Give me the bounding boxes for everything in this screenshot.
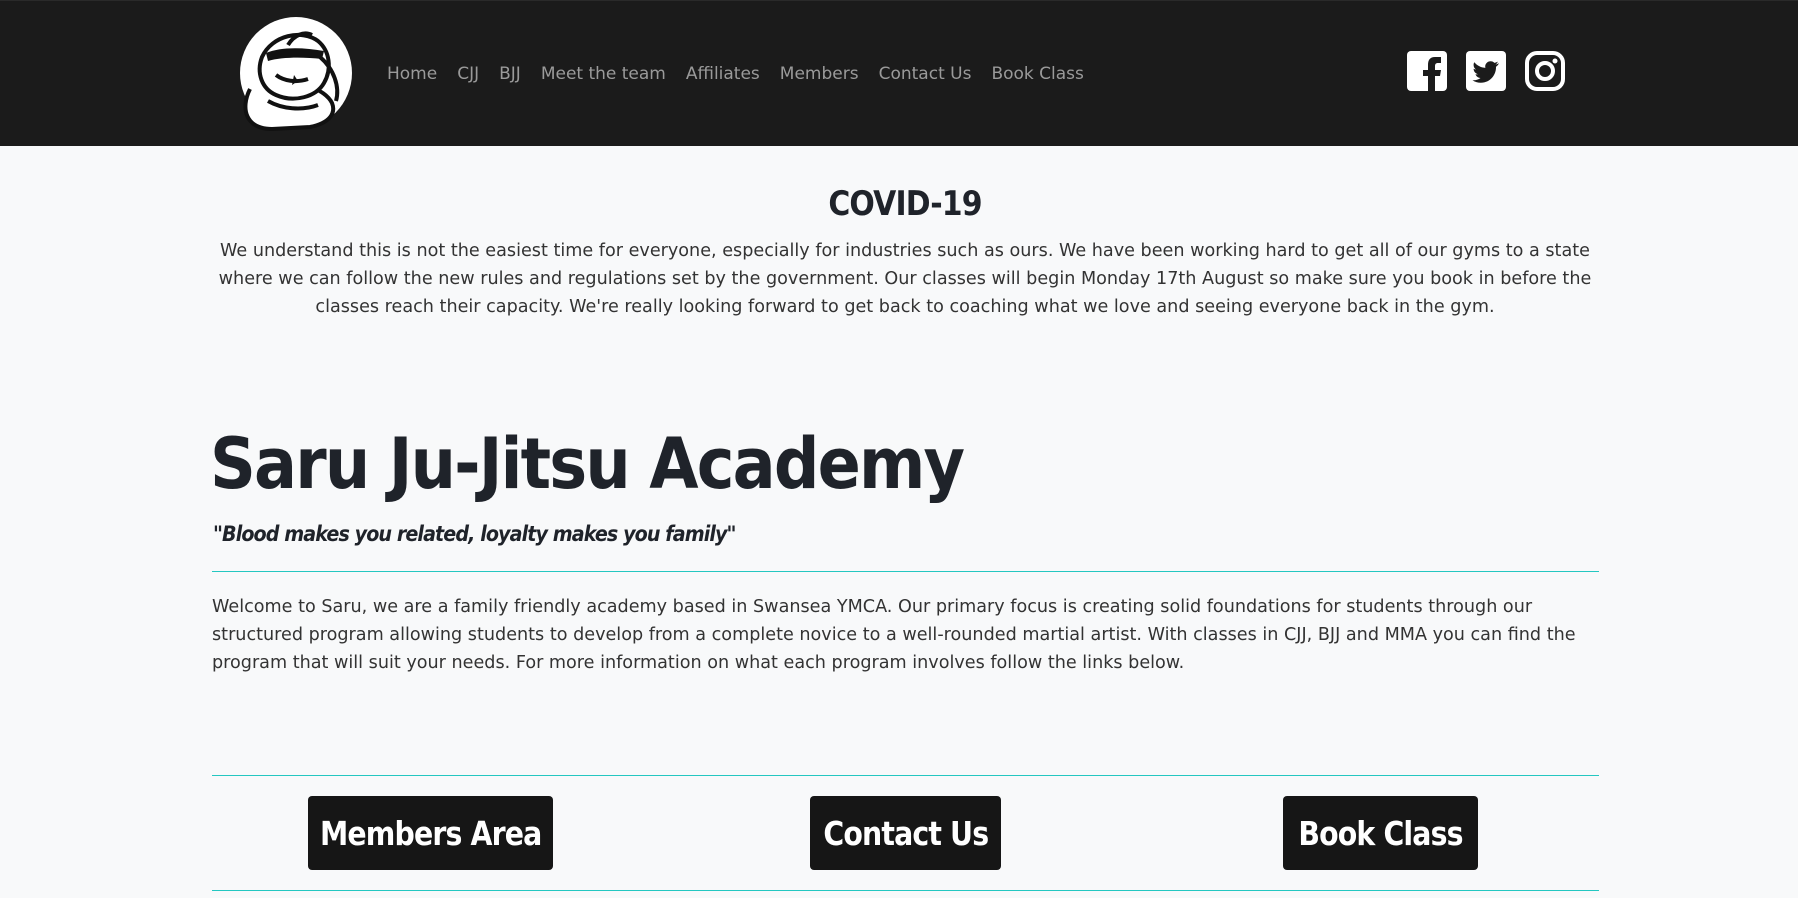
contact-us-button[interactable]: Contact Us (810, 796, 1001, 870)
intro-text: Welcome to Saru, we are a family friendl… (212, 597, 1576, 673)
nav-contact-us[interactable]: Contact Us (879, 63, 972, 85)
nav-bjj[interactable]: BJJ (499, 63, 521, 85)
members-area-label: Members Area (319, 813, 542, 853)
facebook-icon[interactable] (1406, 49, 1448, 93)
divider (212, 571, 1599, 572)
divider (212, 775, 1599, 776)
navbar: Home CJJ BJJ Meet the team Affiliates Me… (0, 0, 1798, 146)
members-area-button[interactable]: Members Area (308, 796, 553, 870)
main-nav: Home CJJ BJJ Meet the team Affiliates Me… (387, 63, 1104, 85)
social-links (1406, 49, 1566, 93)
instagram-icon[interactable] (1524, 49, 1566, 93)
nav-affiliates[interactable]: Affiliates (686, 63, 760, 85)
nav-members[interactable]: Members (780, 63, 859, 85)
divider (212, 890, 1599, 891)
nav-home[interactable]: Home (387, 63, 437, 85)
book-class-button[interactable]: Book Class (1283, 796, 1478, 870)
motto: "Blood makes you related, loyalty makes … (213, 522, 736, 546)
nav-meet-the-team[interactable]: Meet the team (541, 63, 666, 85)
saru-logo[interactable] (232, 17, 356, 131)
nav-book-class[interactable]: Book Class (991, 63, 1083, 85)
page-title: Saru Ju-Jitsu Academy (210, 423, 965, 505)
covid-title: COVID-19 (828, 184, 982, 224)
covid-text: We understand this is not the easiest ti… (218, 241, 1592, 317)
twitter-icon[interactable] (1465, 49, 1507, 93)
contact-us-label: Contact Us (823, 813, 989, 853)
nav-cjj[interactable]: CJJ (457, 63, 479, 85)
book-class-label: Book Class (1298, 813, 1463, 853)
